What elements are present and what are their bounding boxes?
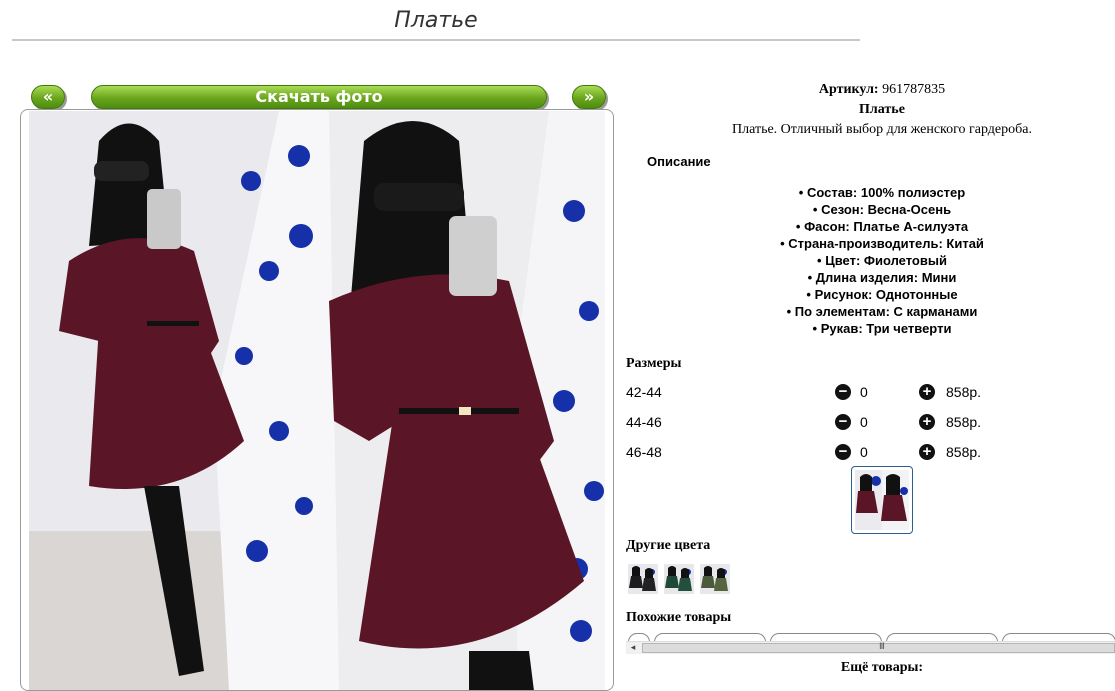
product-name: Платье: [859, 102, 905, 117]
more-products-heading: Ещё товары:: [840, 660, 924, 675]
scrollbar-thumb[interactable]: III: [642, 642, 1115, 653]
size-quantity: 0: [860, 444, 868, 460]
color-variant-thumb[interactable]: [664, 564, 694, 594]
minus-circle-icon[interactable]: −: [835, 414, 851, 430]
scrollbar-grip: III: [879, 642, 885, 652]
spec-item: По элементам: С карманами: [626, 303, 1115, 320]
size-label: 46-48: [626, 444, 662, 460]
product-photo-frame: [20, 109, 614, 691]
size-quantity: 0: [860, 414, 868, 430]
spec-list: Состав: 100% полиэстер Сезон: Весна-Осен…: [626, 184, 1115, 337]
size-label: 42-44: [626, 384, 662, 400]
product-photo[interactable]: [29, 111, 605, 691]
size-row: 46-48 − 0 + 858р.: [626, 442, 1115, 462]
size-quantity: 0: [860, 384, 868, 400]
plus-circle-icon[interactable]: +: [919, 384, 935, 400]
similar-products-heading: Похожие товары: [626, 610, 732, 625]
product-short-description: Платье. Отличный выбор для женского гард…: [732, 122, 1032, 137]
download-photo-button[interactable]: Скачать фото: [91, 85, 547, 109]
spec-item: Рукав: Три четверти: [626, 320, 1115, 337]
article-value: 961787835: [882, 82, 946, 97]
spec-item: Состав: 100% полиэстер: [626, 184, 1115, 201]
photo-thumbnail[interactable]: [851, 466, 913, 534]
size-label: 44-46: [626, 414, 662, 430]
next-photo-button[interactable]: »: [572, 85, 606, 109]
minus-circle-icon[interactable]: −: [835, 384, 851, 400]
color-variant-image: [664, 564, 694, 594]
title-divider: [12, 39, 860, 41]
scroll-left-arrow-icon[interactable]: ◂: [626, 642, 640, 654]
color-variant-thumb[interactable]: [628, 564, 658, 594]
plus-circle-icon[interactable]: +: [919, 444, 935, 460]
spec-item: Сезон: Весна-Осень: [626, 201, 1115, 218]
thumbnail-image: [855, 470, 909, 530]
size-row: 44-46 − 0 + 858р.: [626, 412, 1115, 432]
size-price: 858р.: [946, 444, 982, 460]
spec-item: Рисунок: Однотонные: [626, 286, 1115, 303]
size-price: 858р.: [946, 384, 982, 400]
spec-item: Цвет: Фиолетовый: [626, 252, 1115, 269]
spec-item: Длина изделия: Мини: [626, 269, 1115, 286]
other-colors-heading: Другие цвета: [626, 538, 711, 553]
prev-photo-button[interactable]: «: [31, 85, 65, 109]
article-label: Артикул:: [818, 82, 879, 97]
minus-circle-icon[interactable]: −: [835, 444, 851, 460]
similar-products-scrollbar[interactable]: ◂ III: [626, 641, 1115, 654]
color-variant-image: [628, 564, 658, 594]
article-line: Артикул: 961787835: [626, 82, 1115, 98]
spec-item: Страна-производитель: Китай: [626, 235, 1115, 252]
page-title: Платье: [394, 8, 478, 33]
size-price: 858р.: [946, 414, 982, 430]
color-variant-thumb[interactable]: [700, 564, 730, 594]
plus-circle-icon[interactable]: +: [919, 414, 935, 430]
spec-item: Фасон: Платье А-силуэта: [626, 218, 1115, 235]
sizes-heading: Размеры: [626, 356, 682, 371]
description-heading: Описание: [647, 154, 711, 169]
size-row: 42-44 − 0 + 858р.: [626, 382, 1115, 402]
color-variant-image: [700, 564, 730, 594]
